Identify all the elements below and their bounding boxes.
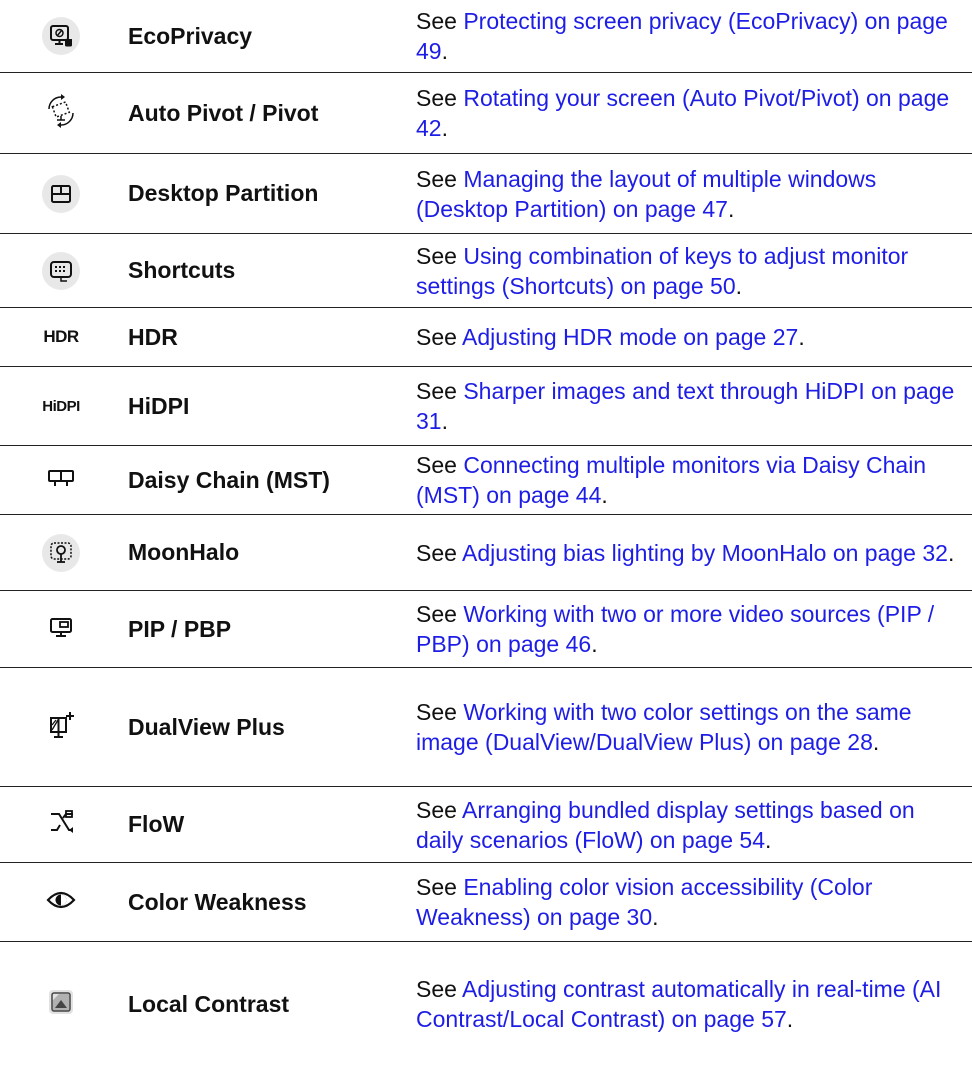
- table-row: Auto Pivot / Pivot See Rotating your scr…: [0, 73, 972, 154]
- desktop-partition-icon: [42, 174, 80, 213]
- feature-description: See Adjusting HDR mode on page 27.: [416, 322, 805, 352]
- feature-link[interactable]: Adjusting HDR mode on page 27: [462, 324, 798, 350]
- table-row: Color Weakness See Enabling color vision…: [0, 863, 972, 942]
- feature-link[interactable]: Adjusting contrast automatically in real…: [416, 976, 941, 1032]
- feature-name: DualView Plus: [128, 713, 285, 740]
- feature-name: Daisy Chain (MST): [128, 466, 330, 493]
- moonhalo-icon: [42, 533, 80, 572]
- see-prefix: See: [416, 796, 463, 823]
- hidpi-icon: HiDPI: [42, 397, 80, 415]
- flow-icon: [47, 808, 75, 841]
- feature-name: Shortcuts: [128, 257, 236, 283]
- eco-privacy-icon: [42, 17, 80, 55]
- feature-description: See Arranging bundled display settings b…: [416, 795, 964, 855]
- table-row: MoonHalo See Adjusting bias lighting by …: [0, 515, 972, 591]
- see-prefix: See: [416, 874, 464, 900]
- period: .: [601, 482, 608, 508]
- period: .: [441, 38, 448, 64]
- feature-link[interactable]: Managing the layout of multiple windows …: [416, 166, 876, 222]
- see-prefix: See: [416, 699, 464, 725]
- feature-description: See Working with two color settings on t…: [416, 697, 964, 757]
- feature-description: See Adjusting contrast automatically in …: [416, 974, 964, 1034]
- feature-link[interactable]: Arranging bundled display settings based…: [416, 797, 915, 853]
- period: .: [652, 904, 659, 930]
- feature-name: Desktop Partition: [128, 180, 319, 206]
- feature-link[interactable]: Sharper images and text through HiDPI on…: [416, 378, 954, 434]
- feature-name: HiDPI: [128, 392, 190, 419]
- see-prefix: See: [416, 601, 464, 627]
- feature-link[interactable]: Adjusting bias lighting by MoonHalo on p…: [462, 540, 948, 566]
- see-prefix: See: [416, 378, 464, 404]
- table-row: EcoPrivacy See Protecting screen privacy…: [0, 0, 972, 73]
- feature-description: See Connecting multiple monitors via Dai…: [416, 450, 964, 510]
- see-prefix: See: [416, 976, 463, 1002]
- feature-description: See Working with two or more video sourc…: [416, 599, 964, 659]
- feature-link[interactable]: Working with two or more video sources (…: [416, 601, 934, 657]
- daisy-chain-icon: [47, 467, 75, 494]
- see-prefix: See: [416, 8, 464, 34]
- feature-name: Auto Pivot / Pivot: [128, 99, 319, 126]
- feature-link[interactable]: Rotating your screen (Auto Pivot/Pivot) …: [416, 85, 949, 141]
- period: .: [591, 631, 598, 657]
- feature-name: FloW: [128, 811, 185, 837]
- dualview-plus-icon: [47, 710, 75, 745]
- period: .: [441, 115, 448, 141]
- table-row: Desktop Partition See Managing the layou…: [0, 154, 972, 234]
- period: .: [727, 195, 735, 222]
- feature-name: Color Weakness: [128, 888, 307, 915]
- feature-name: MoonHalo: [128, 539, 240, 565]
- feature-description: See Protecting screen privacy (EcoPrivac…: [416, 6, 964, 66]
- feature-link[interactable]: Enabling color vision accessibility (Col…: [416, 874, 872, 930]
- feature-link[interactable]: Connecting multiple monitors via Daisy C…: [416, 452, 926, 508]
- feature-table: EcoPrivacy See Protecting screen privacy…: [0, 0, 972, 1066]
- period: .: [735, 272, 743, 299]
- feature-name: PIP / PBP: [128, 615, 232, 642]
- period: .: [872, 729, 880, 755]
- period: .: [798, 324, 805, 350]
- period: .: [947, 539, 955, 566]
- see-prefix: See: [416, 539, 463, 566]
- period: .: [786, 1006, 794, 1032]
- feature-link[interactable]: Working with two color settings on the s…: [416, 699, 912, 755]
- table-row: Daisy Chain (MST) See Connecting multipl…: [0, 446, 972, 515]
- see-prefix: See: [416, 85, 464, 111]
- feature-description: See Enabling color vision accessibility …: [416, 872, 964, 932]
- table-row: Shortcuts See Using combination of keys …: [0, 234, 972, 308]
- feature-description: See Sharper images and text through HiDP…: [416, 376, 964, 436]
- color-weakness-icon: [46, 888, 76, 917]
- feature-name: HDR: [128, 323, 178, 350]
- feature-link[interactable]: Using combination of keys to adjust moni…: [416, 243, 908, 299]
- see-prefix: See: [416, 165, 464, 192]
- feature-link[interactable]: Protecting screen privacy (EcoPrivacy) o…: [416, 8, 948, 64]
- table-row: HiDPI HiDPI See Sharper images and text …: [0, 367, 972, 446]
- feature-name: EcoPrivacy: [128, 22, 253, 49]
- table-row: DualView Plus See Working with two color…: [0, 668, 972, 787]
- feature-name: Local Contrast: [128, 990, 290, 1017]
- pip-pbp-icon: [48, 615, 74, 644]
- feature-description: See Managing the layout of multiple wind…: [416, 164, 964, 224]
- table-row: HDR HDR See Adjusting HDR mode on page 2…: [0, 308, 972, 367]
- see-prefix: See: [416, 242, 464, 269]
- auto-pivot-icon: [43, 93, 79, 134]
- see-prefix: See: [416, 324, 463, 350]
- see-prefix: See: [416, 452, 464, 478]
- hdr-icon: HDR: [43, 327, 79, 346]
- feature-description: See Adjusting bias lighting by MoonHalo …: [416, 538, 954, 568]
- period: .: [441, 408, 448, 434]
- feature-description: See Using combination of keys to adjust …: [416, 241, 964, 301]
- period: .: [765, 826, 772, 853]
- table-row: FloW See Arranging bundled display setti…: [0, 787, 972, 863]
- local-contrast-icon: [47, 988, 75, 1021]
- table-row: PIP / PBP See Working with two or more v…: [0, 591, 972, 668]
- feature-description: See Rotating your screen (Auto Pivot/Piv…: [416, 83, 964, 143]
- shortcuts-icon: [42, 251, 80, 290]
- table-row: Local Contrast See Adjusting contrast au…: [0, 942, 972, 1066]
